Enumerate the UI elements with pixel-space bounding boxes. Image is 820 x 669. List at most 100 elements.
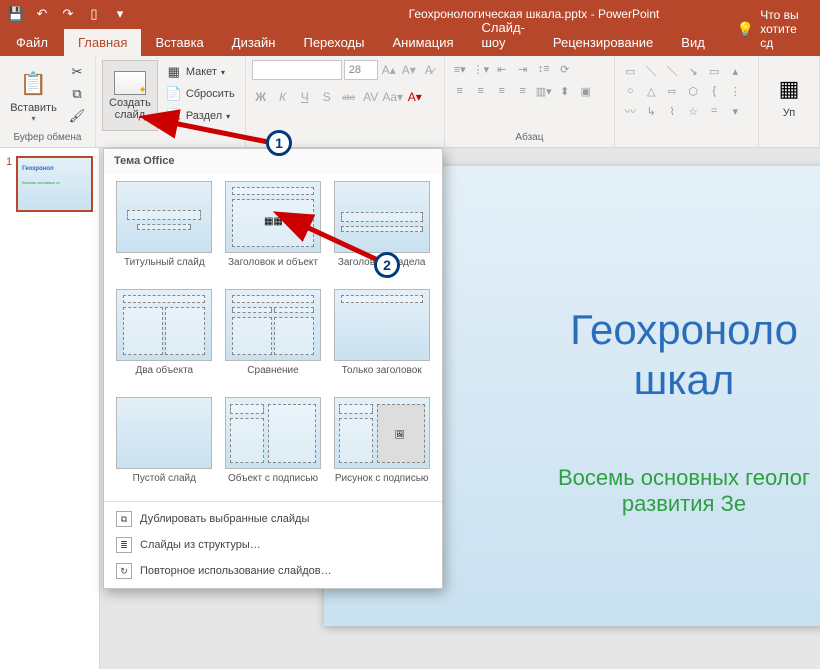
reset-button[interactable]: 📄Сбросить (162, 84, 239, 104)
slide-thumbnails-pane[interactable]: 1 Геохронол Восемь основных ге (0, 148, 100, 669)
duplicate-slides-menuitem[interactable]: ⧉ Дублировать выбранные слайды (104, 506, 442, 532)
tab-design[interactable]: Дизайн (218, 29, 290, 56)
font-size-input[interactable] (344, 60, 378, 80)
char-spacing-button[interactable]: AV (362, 88, 380, 106)
line-spacing-icon[interactable]: ↕≡ (535, 60, 553, 78)
slide-title[interactable]: Геохроноло шкал (570, 305, 798, 406)
format-painter-button[interactable]: 🖌 (65, 106, 89, 126)
shape-star-icon[interactable]: ☆ (684, 102, 702, 120)
tell-me-search[interactable]: 💡 Что вы хотите сд (727, 2, 820, 56)
smartart-icon[interactable]: ▣ (577, 82, 595, 100)
paste-button[interactable]: 📋 Вставить ▾ (6, 60, 61, 131)
callout-1: 1 (266, 130, 292, 156)
layout-comparison[interactable]: Сравнение (223, 289, 324, 389)
layout-title-only[interactable]: Только заголовок (331, 289, 432, 389)
reuse-label: Повторное использование слайдов… (140, 565, 332, 577)
thumbnail-preview[interactable]: Геохронол Восемь основных ге (16, 156, 93, 212)
decrease-font-icon[interactable]: A▾ (400, 61, 418, 79)
layout-label: Только заголовок (342, 365, 422, 389)
title-bar: 💾 ↶ ↷ ▯ ▾ Геохронологическая шкала.pptx … (0, 0, 820, 28)
layout-title-slide[interactable]: Титульный слайд (114, 181, 215, 281)
layout-content-caption[interactable]: Объект с подписью (223, 397, 324, 497)
customize-qat-button[interactable]: ▾ (108, 3, 132, 25)
slides-from-outline-menuitem[interactable]: ≣ Слайды из структуры… (104, 532, 442, 558)
shape-arrow2-icon[interactable]: ⇨ (663, 82, 681, 100)
tab-file[interactable]: Файл (0, 29, 64, 56)
tab-transitions[interactable]: Переходы (289, 29, 378, 56)
justify-icon[interactable]: ≡ (514, 82, 532, 100)
increase-font-icon[interactable]: A▴ (380, 61, 398, 79)
thumbnail-item[interactable]: 1 Геохронол Восемь основных ге (6, 156, 93, 212)
shape-triangle-icon[interactable]: △ (642, 82, 660, 100)
layout-button[interactable]: ▦Макет▾ (162, 62, 239, 82)
shape-connector-icon[interactable]: ↳ (642, 102, 660, 120)
callout-2: 2 (374, 252, 400, 278)
tab-insert[interactable]: Вставка (141, 29, 217, 56)
redo-button[interactable]: ↷ (56, 3, 80, 25)
align-text-icon[interactable]: ⬍ (556, 82, 574, 100)
columns-icon[interactable]: ▥▾ (535, 82, 553, 100)
shape-scroll-down-icon[interactable]: ▾ (726, 102, 744, 120)
slides-group-label (102, 131, 239, 145)
undo-button[interactable]: ↶ (30, 3, 54, 25)
tab-animations[interactable]: Анимация (378, 29, 467, 56)
shape-line2-icon[interactable]: ＼ (663, 62, 681, 80)
save-button[interactable]: 💾 (4, 3, 28, 25)
duplicate-icon: ⧉ (116, 511, 132, 527)
italic-button[interactable]: К (274, 88, 292, 106)
bullets-icon[interactable]: ≡▾ (451, 60, 469, 78)
tab-home[interactable]: Главная (64, 29, 141, 56)
align-left-icon[interactable]: ≡ (451, 82, 469, 100)
tell-me-label: Что вы хотите сд (760, 8, 810, 50)
underline-button[interactable]: Ч (296, 88, 314, 106)
arrange-icon: ▦ (773, 73, 805, 105)
layout-preview (334, 289, 430, 361)
tab-review[interactable]: Рецензирование (539, 29, 667, 56)
reuse-slides-menuitem[interactable]: ↻ Повторное использование слайдов… (104, 558, 442, 584)
slide-subtitle[interactable]: Восемь основных геолог развития Зе (558, 465, 810, 517)
shape-equal-icon[interactable]: = (705, 102, 723, 120)
arrange-button[interactable]: ▦ Уп (765, 60, 813, 131)
cut-button[interactable]: ✂ (65, 62, 89, 82)
shape-rect-icon[interactable]: ▭ (705, 62, 723, 80)
start-from-beginning-button[interactable]: ▯ (82, 3, 106, 25)
copy-button[interactable]: ⧉ (65, 84, 89, 104)
reuse-icon: ↻ (116, 563, 132, 579)
bold-button[interactable]: Ж (252, 88, 270, 106)
increase-indent-icon[interactable]: ⇥ (514, 60, 532, 78)
change-case-button[interactable]: Aa▾ (384, 88, 402, 106)
layout-two-content[interactable]: Два объекта (114, 289, 215, 389)
align-center-icon[interactable]: ≡ (472, 82, 490, 100)
shape-oval-icon[interactable]: ○ (621, 82, 639, 100)
duplicate-label: Дублировать выбранные слайды (140, 513, 309, 525)
font-name-input[interactable] (252, 60, 342, 80)
shape-curve-icon[interactable]: 〰 (621, 102, 639, 120)
shadow-button[interactable]: S (318, 88, 336, 106)
clear-format-icon[interactable]: A̷ (420, 61, 438, 79)
shape-textbox-icon[interactable]: ▭ (621, 62, 639, 80)
layout-picture-caption[interactable]: 🖼 Рисунок с подписью (331, 397, 432, 497)
layout-title-content[interactable]: ▦▦ Заголовок и объект (223, 181, 324, 281)
shape-hex-icon[interactable]: ⬡ (684, 82, 702, 100)
strike-button[interactable]: abc (340, 88, 358, 106)
shape-freeform-icon[interactable]: ⌇ (663, 102, 681, 120)
layout-preview (116, 289, 212, 361)
section-icon: 📑 (166, 108, 182, 124)
text-direction-icon[interactable]: ⟳ (556, 60, 574, 78)
layout-label: Заголовок и объект (228, 257, 318, 281)
shape-scroll-up-icon[interactable]: ▴ (726, 62, 744, 80)
tab-slideshow[interactable]: Слайд-шоу (468, 14, 539, 56)
decrease-indent-icon[interactable]: ⇤ (493, 60, 511, 78)
shape-line-icon[interactable]: ＼ (642, 62, 660, 80)
thumbnail-title: Геохронол (22, 166, 87, 172)
layout-blank[interactable]: Пустой слайд (114, 397, 215, 497)
shape-scroll-icon[interactable]: ⋮ (726, 82, 744, 100)
shape-brace-icon[interactable]: { (705, 82, 723, 100)
tab-view[interactable]: Вид (667, 29, 719, 56)
new-slide-button[interactable]: Создать слайд (102, 60, 158, 131)
section-button[interactable]: 📑Раздел▾ (162, 106, 239, 126)
numbering-icon[interactable]: ⋮▾ (472, 60, 490, 78)
font-color-button[interactable]: A▾ (406, 88, 424, 106)
shape-arrow-icon[interactable]: ↘ (684, 62, 702, 80)
align-right-icon[interactable]: ≡ (493, 82, 511, 100)
